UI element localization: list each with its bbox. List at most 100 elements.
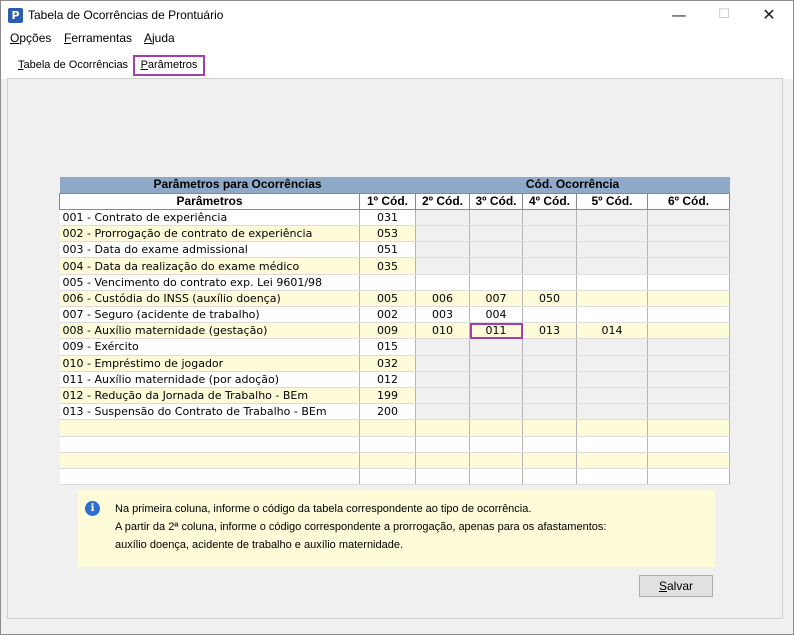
parameter-name-cell[interactable]: 007 - Seguro (acidente de trabalho)	[59, 306, 360, 324]
code-cell[interactable]	[469, 209, 523, 227]
empty-cell[interactable]	[469, 436, 523, 453]
empty-cell[interactable]	[522, 419, 577, 437]
column-header[interactable]: 3º Cód.	[469, 192, 523, 210]
minimize-button[interactable]: —	[656, 1, 702, 29]
column-header[interactable]: 6º Cód.	[646, 192, 731, 210]
code-cell[interactable]	[522, 257, 577, 275]
code-cell[interactable]	[647, 209, 731, 227]
code-cell[interactable]	[415, 355, 470, 372]
code-cell[interactable]	[522, 371, 577, 388]
code-cell[interactable]: 011	[469, 322, 523, 340]
code-cell[interactable]	[415, 403, 470, 421]
code-cell[interactable]	[469, 387, 523, 405]
code-cell[interactable]	[576, 338, 648, 356]
parameter-name-cell[interactable]: 010 - Empréstimo de jogador	[59, 355, 360, 372]
empty-cell[interactable]	[359, 436, 416, 453]
code-cell[interactable]: 035	[359, 257, 416, 275]
code-cell[interactable]	[576, 403, 648, 421]
code-cell[interactable]	[522, 241, 577, 259]
code-cell[interactable]	[647, 225, 731, 243]
code-cell[interactable]	[647, 387, 731, 405]
empty-cell[interactable]	[59, 419, 360, 437]
code-cell[interactable]	[576, 241, 648, 259]
code-cell[interactable]	[647, 257, 731, 275]
code-cell[interactable]	[647, 290, 731, 308]
code-cell[interactable]	[576, 371, 648, 388]
code-cell[interactable]: 003	[415, 306, 470, 324]
empty-cell[interactable]	[59, 452, 360, 469]
code-cell[interactable]	[469, 371, 523, 388]
code-cell[interactable]	[522, 338, 577, 356]
parameter-name-cell[interactable]: 013 - Suspensão do Contrato de Trabalho …	[59, 403, 360, 421]
parameter-name-cell[interactable]: 009 - Exército	[59, 338, 360, 356]
parameter-name-cell[interactable]: 001 - Contrato de experiência	[59, 209, 360, 227]
empty-cell[interactable]	[576, 452, 648, 469]
code-cell[interactable]	[576, 290, 648, 308]
maximize-button[interactable]: ☐	[701, 1, 747, 29]
empty-cell[interactable]	[522, 468, 577, 486]
code-cell[interactable]	[522, 225, 577, 243]
empty-cell[interactable]	[576, 468, 648, 486]
code-cell[interactable]: 014	[576, 322, 648, 340]
code-cell[interactable]	[469, 403, 523, 421]
code-cell[interactable]	[359, 274, 416, 291]
empty-cell[interactable]	[576, 419, 648, 437]
code-cell[interactable]: 053	[359, 225, 416, 243]
code-cell[interactable]: 200	[359, 403, 416, 421]
empty-cell[interactable]	[415, 452, 470, 469]
code-cell[interactable]	[522, 209, 577, 227]
code-cell[interactable]: 199	[359, 387, 416, 405]
tab-parametros[interactable]: Parâmetros	[133, 55, 205, 76]
code-cell[interactable]	[415, 338, 470, 356]
code-cell[interactable]	[647, 241, 731, 259]
code-cell[interactable]	[647, 306, 731, 324]
menu-ferramentas[interactable]: Ferramentas	[64, 31, 132, 45]
code-cell[interactable]: 010	[415, 322, 470, 340]
parameter-name-cell[interactable]: 003 - Data do exame admissional	[59, 241, 360, 259]
code-cell[interactable]	[415, 257, 470, 275]
empty-cell[interactable]	[359, 419, 416, 437]
parameter-name-cell[interactable]: 006 - Custódia do INSS (auxílio doença)	[59, 290, 360, 308]
menu-opcoes[interactable]: Opções	[10, 31, 51, 45]
code-cell[interactable]	[647, 274, 731, 291]
empty-cell[interactable]	[647, 419, 731, 437]
code-cell[interactable]: 012	[359, 371, 416, 388]
code-cell[interactable]	[576, 209, 648, 227]
empty-cell[interactable]	[647, 452, 731, 469]
code-cell[interactable]: 004	[469, 306, 523, 324]
code-cell[interactable]	[415, 225, 470, 243]
code-cell[interactable]	[469, 241, 523, 259]
code-cell[interactable]	[576, 225, 648, 243]
code-cell[interactable]: 031	[359, 209, 416, 227]
empty-cell[interactable]	[647, 468, 731, 486]
empty-cell[interactable]	[415, 468, 470, 486]
menu-ajuda[interactable]: Ajuda	[144, 31, 175, 45]
column-header[interactable]: 1º Cód.	[359, 192, 416, 210]
code-cell[interactable]	[469, 257, 523, 275]
tab-tabela-ocorrencias[interactable]: Tabela de Ocorrências	[18, 59, 128, 71]
code-cell[interactable]: 007	[469, 290, 523, 308]
code-cell[interactable]: 032	[359, 355, 416, 372]
empty-cell[interactable]	[576, 436, 648, 453]
code-cell[interactable]	[647, 355, 731, 372]
code-cell[interactable]	[647, 371, 731, 388]
code-cell[interactable]	[415, 371, 470, 388]
code-cell[interactable]	[469, 274, 523, 291]
column-header[interactable]: 2º Cód.	[415, 192, 470, 210]
parameter-name-cell[interactable]: 005 - Vencimento do contrato exp. Lei 96…	[59, 274, 360, 291]
code-cell[interactable]	[576, 274, 648, 291]
parameter-name-cell[interactable]: 012 - Redução da Jornada de Trabalho - B…	[59, 387, 360, 405]
empty-cell[interactable]	[415, 419, 470, 437]
parameter-name-cell[interactable]: 004 - Data da realização do exame médico	[59, 257, 360, 275]
parameter-name-cell[interactable]: 011 - Auxílio maternidade (por adoção)	[59, 371, 360, 388]
title-bar[interactable]: P Tabela de Ocorrências de Prontuário — …	[1, 1, 793, 29]
close-button[interactable]: ✕	[746, 1, 792, 29]
code-cell[interactable]	[415, 241, 470, 259]
code-cell[interactable]: 050	[522, 290, 577, 308]
code-cell[interactable]	[415, 209, 470, 227]
code-cell[interactable]	[647, 403, 731, 421]
column-header[interactable]: Parâmetros	[59, 192, 360, 210]
empty-cell[interactable]	[469, 419, 523, 437]
empty-cell[interactable]	[522, 452, 577, 469]
code-cell[interactable]: 005	[359, 290, 416, 308]
